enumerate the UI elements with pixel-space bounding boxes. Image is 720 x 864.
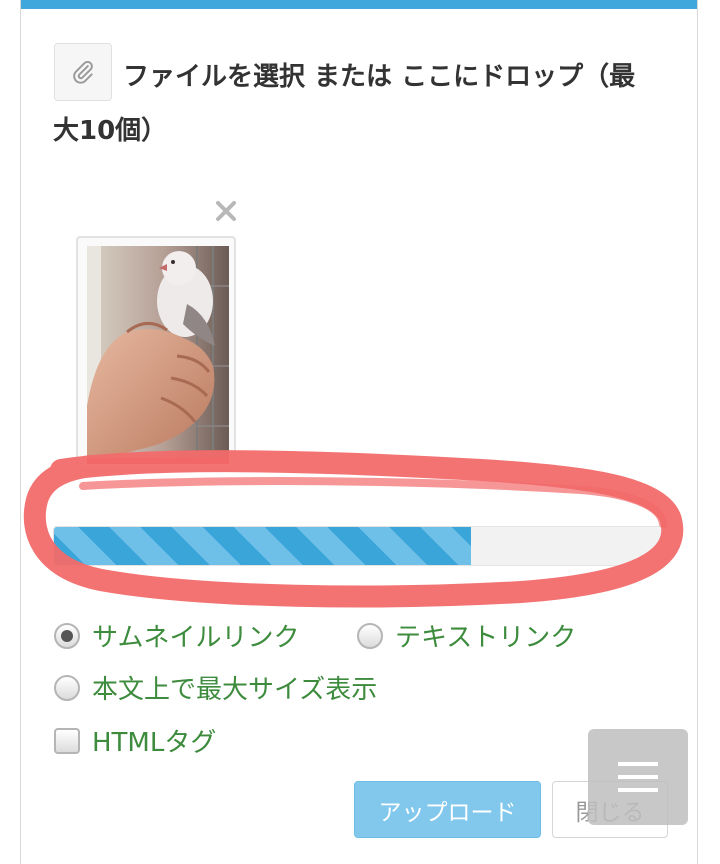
remove-image-button[interactable] xyxy=(211,196,241,226)
option-max-size-display[interactable]: 本文上で最大サイズ表示 xyxy=(54,669,377,706)
upload-progress-bar xyxy=(53,526,668,566)
upload-button[interactable]: アップロード xyxy=(354,781,541,838)
top-accent-bar xyxy=(21,0,697,9)
html-tag-checkbox[interactable] xyxy=(54,727,80,754)
hamburger-menu-icon xyxy=(618,762,658,792)
uploaded-thumbnail xyxy=(76,236,236,472)
option-html-tag[interactable]: HTMLタグ xyxy=(54,722,216,759)
thumbnail-link-label: サムネイルリンク xyxy=(92,623,300,653)
instruction-line-1: ファイルを選択 または ここにドロップ（最 xyxy=(123,62,636,92)
option-text-link[interactable]: テキストリンク xyxy=(357,617,576,654)
max-size-display-radio[interactable] xyxy=(54,674,80,701)
option-thumbnail-link[interactable]: サムネイルリンク xyxy=(54,617,299,654)
thumbnail-link-radio[interactable] xyxy=(54,622,80,649)
radio-selected-dot xyxy=(61,629,73,642)
drop-zone-instruction[interactable]: ファイルを選択 または ここにドロップ（最 大10個） xyxy=(53,50,683,158)
bird-on-hand-image xyxy=(87,246,229,464)
text-link-label: テキストリンク xyxy=(395,623,577,653)
max-size-display-label: 本文上で最大サイズ表示 xyxy=(92,675,378,705)
menu-button[interactable] xyxy=(588,729,688,825)
close-icon xyxy=(216,201,236,221)
html-tag-label: HTMLタグ xyxy=(92,728,217,758)
text-link-radio[interactable] xyxy=(357,622,383,649)
instruction-line-2: 大10個） xyxy=(53,116,168,146)
upload-progress-fill xyxy=(54,527,471,565)
